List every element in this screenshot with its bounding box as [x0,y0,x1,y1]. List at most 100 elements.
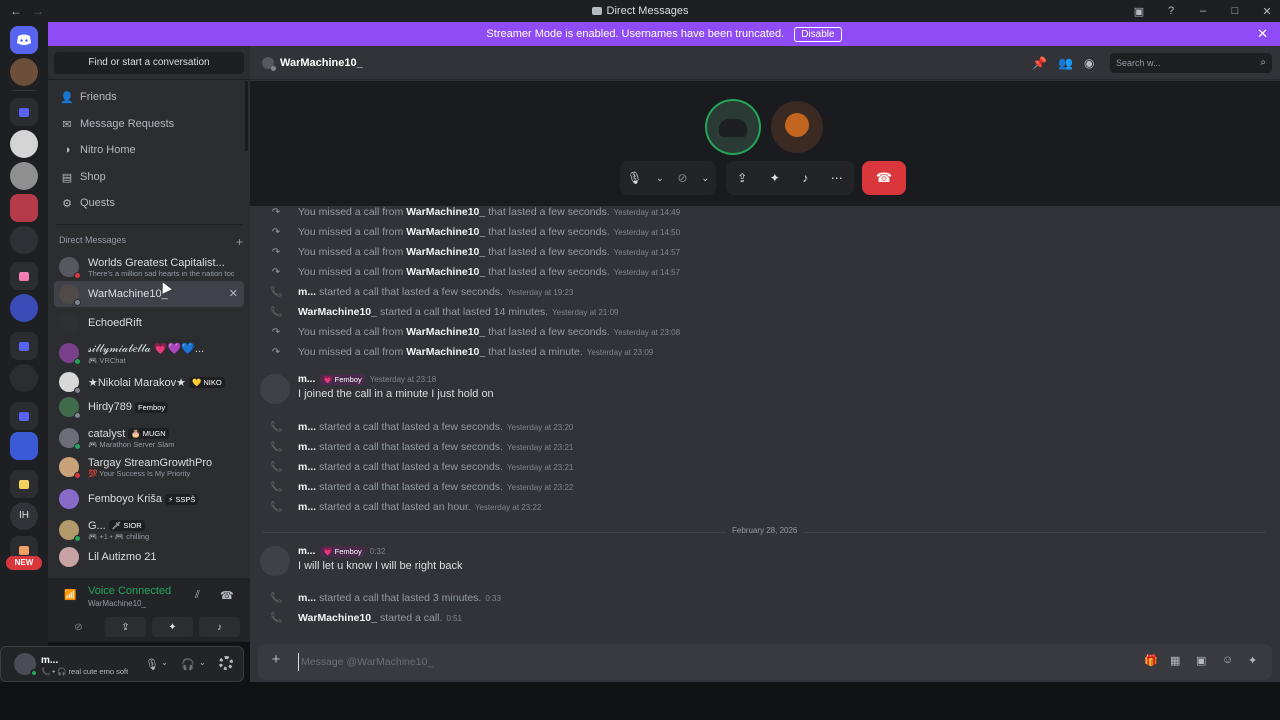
chevron-down-icon[interactable]: ⌄ [656,173,664,184]
call-user[interactable]: WarMachine10_ [406,206,485,218]
call-user[interactable]: WarMachine10_ [406,326,485,338]
chat-title[interactable]: WarMachine10_ [280,57,363,69]
server-folder[interactable] [10,332,38,360]
back-arrow-icon[interactable]: ← [10,4,22,18]
server-folder[interactable] [10,470,38,498]
noise-suppression-icon[interactable]: ⫽ [195,589,200,602]
dm-item[interactable]: Worlds Greatest Capitalist... There's a m… [54,252,244,282]
server-icon[interactable] [10,294,38,322]
dm-item[interactable]: EchoedRift [54,310,244,336]
gif-icon[interactable]: ▦ [1170,654,1180,667]
user-profile-icon[interactable]: ◉ [1084,56,1094,70]
disconnect-icon[interactable]: ☎ [220,589,234,602]
message-input[interactable] [298,653,1098,671]
activity-button[interactable]: ✦ [152,617,193,637]
signal-icon[interactable]: 📶 [64,590,78,602]
call-user[interactable]: m... [298,501,316,513]
dm-item[interactable]: 𝓈𝒾𝓁𝓁𝓎𝓂𝒾𝒶𝒷𝑒𝓁𝓁𝒶 💗💜💙... 🎮 VRChat [54,338,244,368]
microphone-icon[interactable]: 🎙 [627,171,642,185]
gear-icon[interactable] [219,656,233,670]
headphones-icon[interactable]: 🎧 [181,658,195,671]
voice-channel[interactable]: WarMachine10_ [88,599,146,608]
dm-item[interactable]: Hirdy789 Femboy [54,394,244,420]
call-user[interactable]: m... [298,481,316,493]
camera-off-button[interactable]: ⊘ [58,617,99,637]
search-input[interactable]: Search w... ⌕ [1110,53,1272,73]
sidebar-item-message-requests[interactable]: ✉ Message Requests [54,113,242,135]
server-icon[interactable] [10,432,38,460]
avatar[interactable] [260,374,290,404]
camera-off-icon[interactable]: ⊘ [678,171,688,185]
help-icon[interactable]: ? [1164,5,1178,17]
call-user[interactable]: m... [298,592,316,604]
close-dm-icon[interactable]: ✕ [229,287,238,300]
server-icon[interactable] [10,162,38,190]
microphone-icon[interactable]: 🎙 [145,658,159,671]
discord-home-button[interactable] [10,26,38,54]
server-icon-ih[interactable]: IH [10,502,38,530]
message-author[interactable]: m... [298,546,315,557]
call-user[interactable]: WarMachine10_ [406,266,485,278]
voice-status[interactable]: Voice Connected [88,585,171,597]
sidebar-item-friends[interactable]: 👤 Friends [54,86,242,108]
forward-arrow-icon[interactable]: → [32,4,44,18]
pin-icon[interactable]: 📌 [1032,56,1047,70]
disable-streamer-mode-button[interactable]: Disable [794,26,842,42]
hang-up-button[interactable]: ☎ [862,161,906,195]
call-user[interactable]: WarMachine10_ [298,306,377,318]
server-folder[interactable] [10,262,38,290]
avatar[interactable] [260,546,290,576]
add-friends-to-dm-icon[interactable]: 👥 [1058,56,1073,70]
call-user[interactable]: WarMachine10_ [406,246,485,258]
call-user[interactable]: m... [298,421,316,433]
inbox-icon[interactable]: ▣ [1132,5,1146,18]
server-icon[interactable] [10,194,38,222]
server-folder[interactable] [10,402,38,430]
dm-item[interactable]: Targay StreamGrowthPro 💯 Your Success Is … [54,452,244,482]
create-dm-icon[interactable]: + [236,235,243,249]
call-user[interactable]: m... [298,441,316,453]
participant-avatar[interactable] [707,101,759,153]
dm-item[interactable]: ★Nikolai Marakov★ 💛 NIKO [54,369,244,395]
screen-share-button[interactable]: ⇪ [105,617,146,637]
participant-avatar[interactable] [771,101,823,153]
chevron-down-icon[interactable]: ⌄ [161,658,168,667]
activity-icon[interactable]: ✦ [770,171,780,185]
dm-item[interactable]: WarMachine10_ ✕ [54,281,244,307]
chevron-down-icon[interactable]: ⌄ [199,658,206,667]
call-user[interactable]: WarMachine10_ [406,226,485,238]
server-icon[interactable] [10,58,38,86]
add-attachment-icon[interactable]: + [268,652,284,668]
soundboard-button[interactable]: ♪ [199,617,240,637]
chevron-down-icon[interactable]: ⌄ [701,173,709,184]
more-icon[interactable]: ⋯ [831,171,843,185]
sidebar-item-shop[interactable]: ▤ Shop [54,166,242,188]
soundboard-icon[interactable]: ♪ [802,171,808,185]
call-user[interactable]: WarMachine10_ [406,346,485,358]
server-icon[interactable] [10,226,38,254]
gift-icon[interactable]: 🎁 [1144,654,1158,667]
message-author[interactable]: m... [298,374,315,385]
close-window-button[interactable]: ✕ [1260,5,1274,18]
sticker-icon[interactable]: ▣ [1196,654,1206,667]
call-user[interactable]: WarMachine10_ [298,612,377,624]
banner-close-icon[interactable]: ✕ [1257,26,1268,42]
screen-share-icon[interactable]: ⇪ [737,171,747,185]
username[interactable]: m... [41,655,58,666]
minimize-button[interactable]: – [1196,5,1210,17]
server-icon[interactable] [10,130,38,158]
dm-item[interactable]: Lil Autizmo 21 [54,544,244,570]
find-conversation-button[interactable]: Find or start a conversation [54,52,244,74]
call-user[interactable]: m... [298,461,316,473]
server-folder[interactable] [10,98,38,126]
dm-item[interactable]: catalyst 🎂 MUGN 🎮 Marathon Server Slam [54,423,244,453]
sidebar-item-quests[interactable]: ⚙ Quests [54,192,242,214]
sidebar-item-nitro-home[interactable]: ◑ Nitro Home [54,139,242,161]
avatar[interactable] [262,56,276,71]
call-user[interactable]: m... [298,286,316,298]
maximize-button[interactable]: □ [1228,5,1242,17]
dm-item[interactable]: Femboyo Kriša ⚡ SSPŠ [54,486,244,512]
dm-item[interactable]: G... 🗡 SIOR 🎮 +1 • 🎮 chilling [54,515,244,545]
server-icon[interactable] [10,364,38,392]
avatar[interactable] [14,653,38,677]
